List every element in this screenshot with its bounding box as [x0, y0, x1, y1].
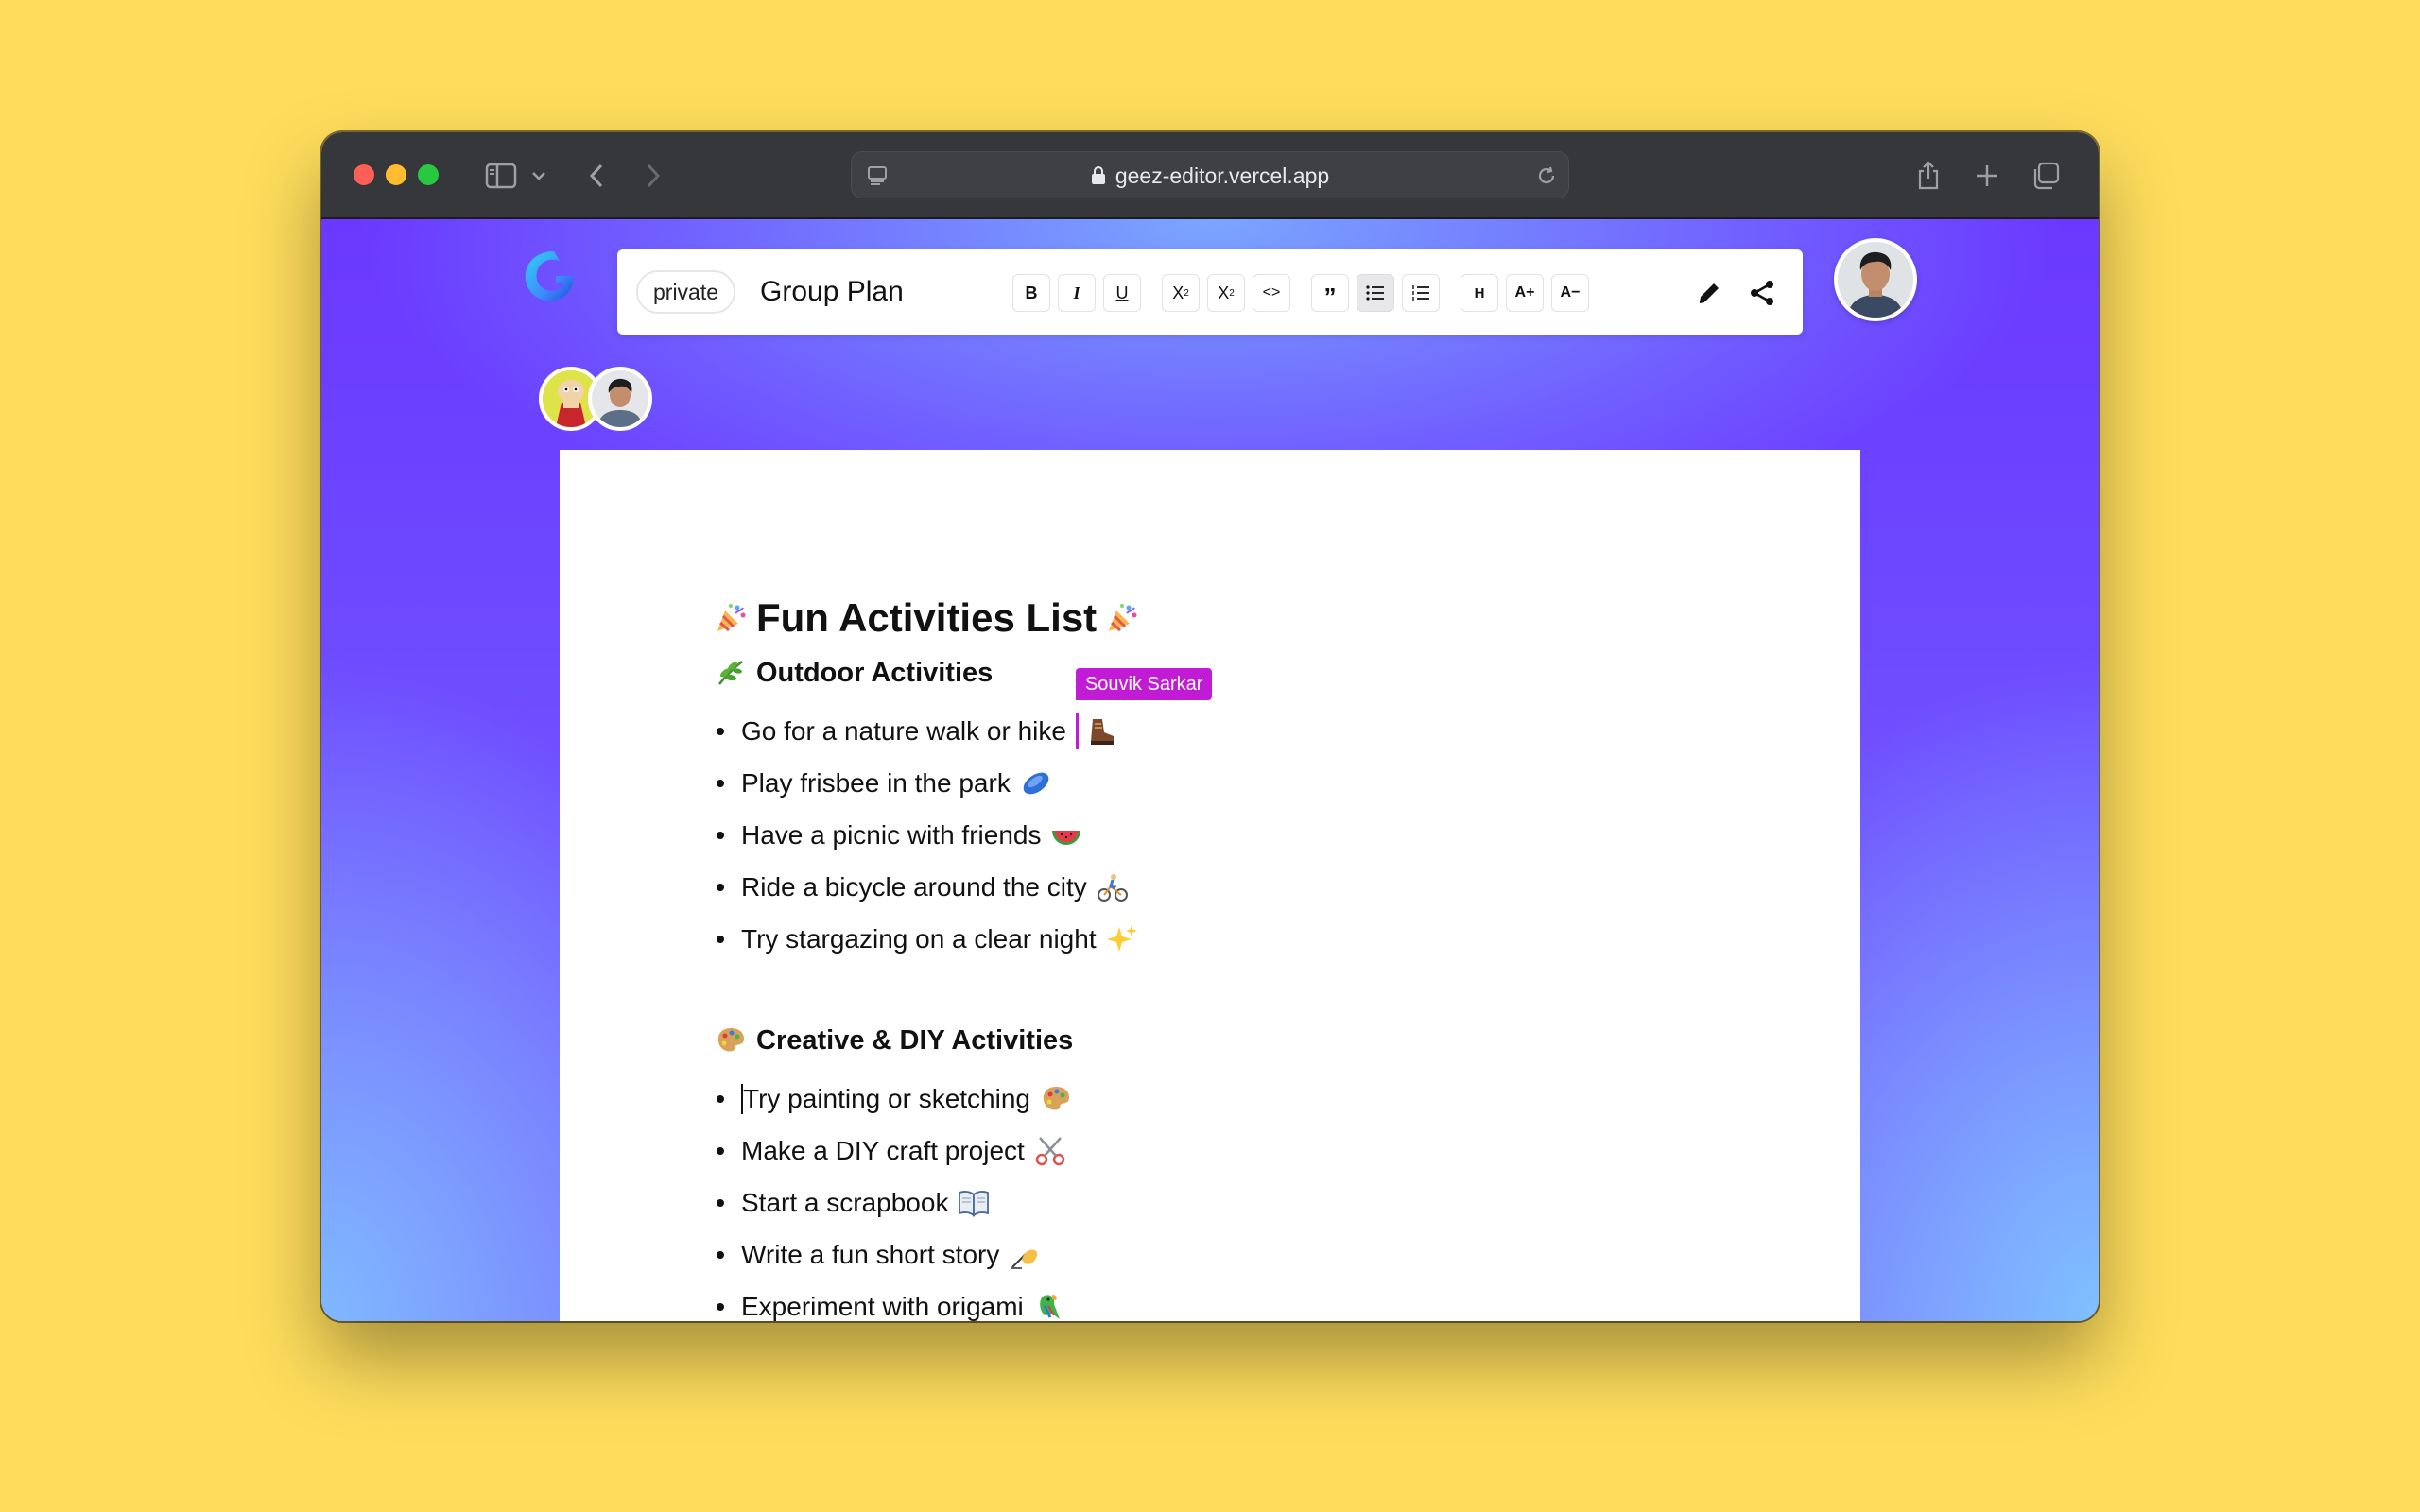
list-item[interactable]: Play frisbee in the park: [715, 757, 1138, 809]
list-item[interactable]: Go for a nature walk or hike Souvik Sark…: [715, 667, 1213, 757]
bold-button[interactable]: B: [1012, 274, 1050, 312]
italic-label: I: [1073, 283, 1080, 302]
ordered-list-button[interactable]: [1402, 274, 1440, 312]
document-heading-text: Fun Activities List: [756, 595, 1098, 640]
browser-window: geez-editor.vercel.app private Group Pla…: [321, 132, 2099, 1321]
list-item[interactable]: Experiment with origami: [715, 1280, 1138, 1321]
ordered-list-icon: [1412, 285, 1429, 301]
flying-disc-icon: [1020, 767, 1052, 799]
tab-overview-icon[interactable]: [2029, 153, 2063, 198]
list-item-text: Make a DIY craft project: [741, 1136, 1025, 1165]
list-item-text: Play frisbee in the park: [741, 768, 1011, 798]
party-popper-icon: [715, 602, 747, 634]
list-item[interactable]: Have a picnic with friends: [715, 809, 1138, 861]
list-item[interactable]: Try stargazing on a clear night: [715, 913, 1138, 965]
parrot-icon: [1033, 1291, 1065, 1322]
subscript-label: X: [1172, 283, 1184, 302]
list-item[interactable]: Ride a bicycle around the city: [715, 861, 1138, 913]
list-item-text: Try stargazing on a clear night: [741, 924, 1097, 954]
url-display: geez-editor.vercel.app: [852, 152, 1568, 199]
subscript-button[interactable]: X2: [1162, 274, 1200, 312]
list-item[interactable]: Write a fun short story: [715, 1228, 1138, 1280]
zoom-window-button[interactable]: [418, 164, 439, 185]
hiking-boot-icon: [1085, 715, 1117, 747]
section-heading-creative: Creative & DIY Activities: [715, 1022, 1138, 1059]
address-bar[interactable]: geez-editor.vercel.app: [851, 151, 1569, 198]
privacy-toggle[interactable]: private: [636, 270, 736, 314]
document-heading: Fun Activities List: [715, 592, 1138, 644]
bicyclist-icon: [1097, 871, 1129, 903]
share-icon[interactable]: [1911, 153, 1945, 198]
document-title[interactable]: Group Plan: [760, 272, 904, 312]
font-increase-label: A+: [1514, 284, 1535, 301]
app-logo-icon[interactable]: [520, 248, 579, 306]
list-item[interactable]: Start a scrapbook: [715, 1177, 1138, 1228]
bullet-list-button[interactable]: [1357, 274, 1394, 312]
list-item-text: Try painting or sketching: [743, 1084, 1030, 1113]
list-item-text: Start a scrapbook: [741, 1188, 949, 1217]
collaborator-cursor-label: Souvik Sarkar: [1075, 667, 1213, 700]
list-item-text: Ride a bicycle around the city: [741, 872, 1087, 902]
editor-toolbar: private Group Plan B I U X2 X2 <> ” H A+…: [617, 249, 1803, 335]
blockquote-button[interactable]: ”: [1311, 274, 1349, 312]
document-content[interactable]: Fun Activities List Outdoor Activities G…: [715, 592, 1213, 1321]
font-decrease-label: A−: [1560, 284, 1581, 301]
open-book-icon: [958, 1187, 990, 1219]
browser-toolbar: geez-editor.vercel.app: [321, 132, 2099, 219]
creative-list: Try painting or sketching Make a DIY cra…: [715, 1073, 1138, 1321]
artist-palette-icon: [1040, 1083, 1072, 1115]
watermelon-icon: [1050, 819, 1082, 851]
superscript-label: X: [1218, 283, 1230, 302]
italic-button[interactable]: I: [1058, 274, 1096, 312]
outdoor-list: Go for a nature walk or hike Souvik Sark…: [715, 667, 1213, 965]
code-button[interactable]: <>: [1253, 274, 1290, 312]
chevron-down-icon[interactable]: [527, 153, 550, 198]
document-page[interactable]: Fun Activities List Outdoor Activities G…: [560, 450, 1860, 1321]
bold-label: B: [1025, 283, 1038, 302]
back-arrow-icon[interactable]: [582, 153, 611, 198]
list-item-text: Write a fun short story: [741, 1240, 1000, 1269]
sidebar-icon[interactable]: [482, 153, 520, 198]
party-popper-icon: [1106, 602, 1138, 634]
new-tab-icon[interactable]: [1970, 153, 2004, 198]
section-heading-text: Creative & DIY Activities: [756, 1025, 1074, 1056]
bullet-list-icon: [1366, 285, 1384, 301]
url-text: geez-editor.vercel.app: [1115, 163, 1330, 188]
font-decrease-button[interactable]: A−: [1551, 274, 1589, 312]
list-item-text: Experiment with origami: [741, 1292, 1024, 1321]
superscript-button[interactable]: X2: [1207, 274, 1245, 312]
list-item[interactable]: Make a DIY craft project: [715, 1125, 1138, 1177]
editor-page: private Group Plan B I U X2 X2 <> ” H A+…: [321, 219, 2099, 1321]
underline-button[interactable]: U: [1103, 274, 1141, 312]
heading-button[interactable]: H: [1461, 274, 1498, 312]
minimize-window-button[interactable]: [386, 164, 406, 185]
collaborator-avatar-user[interactable]: [588, 367, 652, 431]
forward-arrow-icon[interactable]: [639, 153, 667, 198]
list-item-text-wrap: Try painting or sketching: [741, 1073, 1030, 1125]
list-item-text: Go for a nature walk or hike: [741, 716, 1066, 746]
blockquote-label: ”: [1323, 283, 1337, 311]
artist-palette-icon: [715, 1024, 747, 1057]
scissors-icon: [1034, 1135, 1066, 1167]
list-item[interactable]: Try painting or sketching: [715, 1073, 1138, 1125]
edit-pencil-icon[interactable]: [1689, 273, 1729, 313]
section-heading-text: Outdoor Activities: [756, 658, 994, 688]
underline-label: U: [1115, 283, 1129, 302]
list-item-text: Have a picnic with friends: [741, 820, 1042, 850]
lock-icon: [1091, 166, 1105, 184]
herb-icon: [715, 657, 747, 689]
heading-label: H: [1474, 284, 1485, 301]
close-window-button[interactable]: [354, 164, 374, 185]
font-increase-button[interactable]: A+: [1506, 274, 1544, 312]
reload-icon[interactable]: [1532, 152, 1561, 199]
section-heading-outdoor: Outdoor Activities: [715, 654, 1138, 692]
code-label: <>: [1262, 284, 1281, 301]
user-avatar[interactable]: [1834, 238, 1917, 321]
writing-hand-icon: [1009, 1239, 1041, 1271]
collaborator-caret: [1075, 713, 1079, 749]
sparkles-icon: [1106, 923, 1138, 955]
share-nodes-icon[interactable]: [1742, 273, 1782, 313]
